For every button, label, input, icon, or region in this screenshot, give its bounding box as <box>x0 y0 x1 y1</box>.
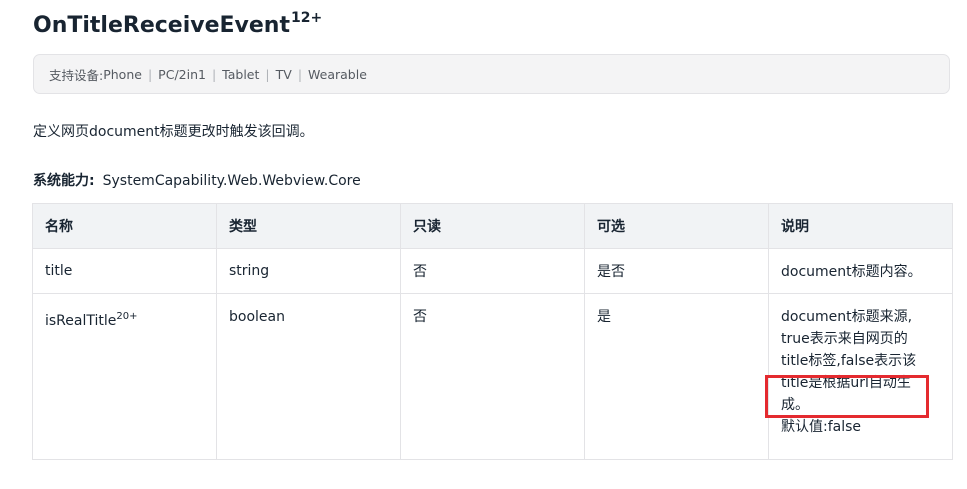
device-wearable: Wearable <box>308 66 367 82</box>
syscap-label: 系统能力: <box>33 173 95 189</box>
device-pc: PC/2in1 <box>158 66 206 82</box>
version-badge: 12+ <box>291 10 323 26</box>
table-row: isRealTitle20+ boolean 否 是 document标题来源,… <box>32 293 953 460</box>
param-name: isRealTitle <box>45 313 117 329</box>
cell-description: document标题内容。 <box>768 248 953 294</box>
desc-line: 默认值:false <box>781 419 862 435</box>
page-title-text: OnTitleReceiveEvent <box>33 13 290 38</box>
page-title: OnTitleReceiveEvent12+ <box>33 10 322 38</box>
header-type: 类型 <box>216 203 401 249</box>
cell-optional: 是否 <box>584 248 769 294</box>
desc-line: title标签,false表示该 <box>781 353 917 369</box>
table-row: title string 否 是否 document标题内容。 <box>32 248 953 294</box>
system-capability: 系统能力: SystemCapability.Web.Webview.Core <box>33 170 361 190</box>
desc-line: title是根据url自动生 <box>781 375 911 391</box>
table-header-row: 名称 类型 只读 可选 说明 <box>32 203 953 249</box>
cell-description: document标题来源, true表示来自网页的 title标签,false表… <box>768 293 953 460</box>
device-tv: TV <box>275 66 292 82</box>
devices-prefix: 支持设备: <box>49 67 104 83</box>
header-name: 名称 <box>32 203 217 249</box>
cell-type: boolean <box>216 293 401 460</box>
desc-line: true表示来自网页的 <box>781 331 908 347</box>
device-separator: | <box>297 66 303 82</box>
syscap-value: SystemCapability.Web.Webview.Core <box>102 173 361 189</box>
device-tablet: Tablet <box>222 66 260 82</box>
version-badge: 20+ <box>116 311 138 322</box>
device-separator: | <box>211 66 217 82</box>
device-phone: Phone <box>103 66 142 82</box>
cell-type: string <box>216 248 401 294</box>
cell-optional: 是 <box>584 293 769 460</box>
supported-devices-bar: 支持设备: Phone | PC/2in1 | Tablet | TV | We… <box>33 54 950 94</box>
header-description: 说明 <box>768 203 953 249</box>
desc-line: document标题内容。 <box>781 264 922 280</box>
device-separator: | <box>147 66 153 82</box>
header-optional: 可选 <box>584 203 769 249</box>
event-description: 定义网页document标题更改时触发该回调。 <box>33 124 314 140</box>
desc-line: 成。 <box>781 397 809 413</box>
cell-name: isRealTitle20+ <box>32 293 217 460</box>
header-readonly: 只读 <box>400 203 585 249</box>
cell-readonly: 否 <box>400 248 585 294</box>
desc-line: document标题来源, <box>781 309 913 325</box>
cell-readonly: 否 <box>400 293 585 460</box>
cell-name: title <box>32 248 217 294</box>
device-separator: | <box>265 66 270 82</box>
params-table: 名称 类型 只读 可选 说明 title string 否 是否 documen… <box>32 203 953 460</box>
